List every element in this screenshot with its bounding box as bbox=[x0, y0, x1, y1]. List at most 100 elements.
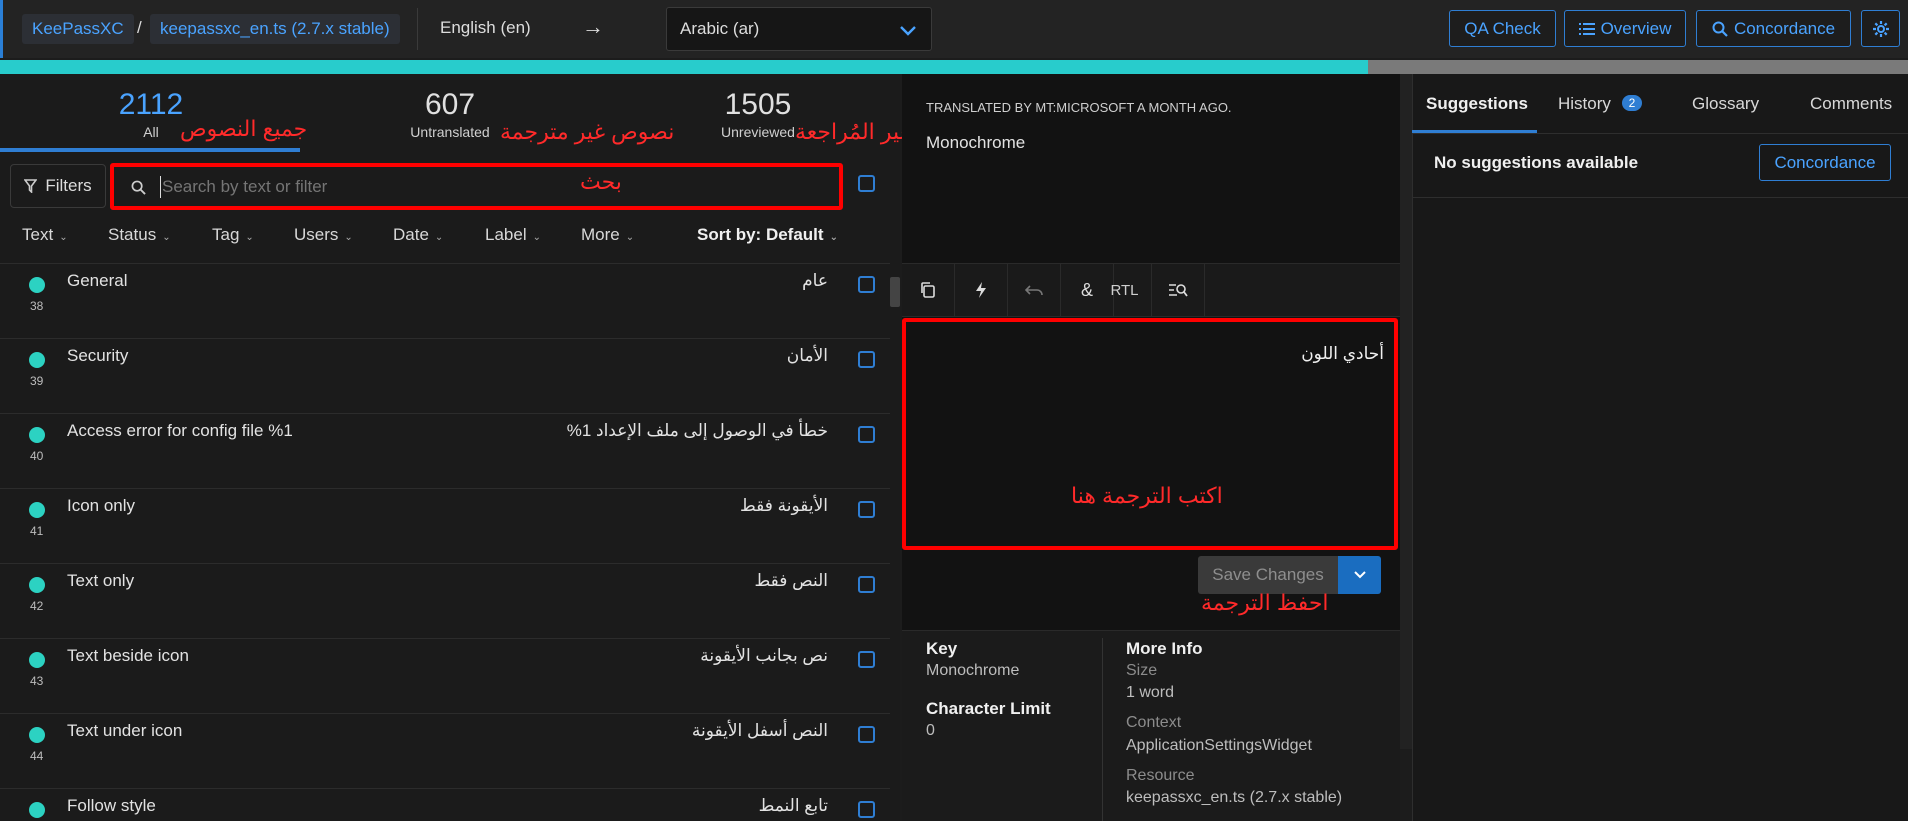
translation-text: النص أسفل الأيقونة bbox=[691, 721, 828, 740]
table-row[interactable]: General 38 عام bbox=[0, 263, 890, 338]
concordance-label: Concordance bbox=[1774, 152, 1876, 172]
stat-untranslated[interactable]: 607 Untranslated bbox=[400, 88, 500, 140]
target-language-select[interactable]: Arabic (ar) bbox=[666, 7, 932, 51]
qa-check-label: QA Check bbox=[1464, 18, 1541, 38]
table-row[interactable]: Text under icon 44 النص أسفل الأيقونة bbox=[0, 713, 890, 788]
row-checkbox[interactable] bbox=[858, 651, 875, 668]
more-info-label: More Info bbox=[1126, 639, 1203, 658]
row-checkbox[interactable] bbox=[858, 801, 875, 818]
chevron-down-icon bbox=[1353, 571, 1366, 579]
row-checkbox[interactable] bbox=[858, 426, 875, 443]
filter-tab-date[interactable]: Date ⌄ bbox=[393, 225, 443, 245]
copy-source-button[interactable] bbox=[902, 264, 955, 316]
tab-comments[interactable]: Comments bbox=[1810, 94, 1892, 114]
filter-tab-tag[interactable]: Tag ⌄ bbox=[212, 225, 254, 245]
filter-tab-label: Label bbox=[485, 225, 527, 244]
qa-check-button[interactable]: QA Check bbox=[1449, 10, 1556, 47]
status-dot bbox=[29, 577, 45, 593]
tab-history-label: History bbox=[1558, 94, 1611, 113]
source-text: Access error for config file %1 bbox=[67, 421, 293, 440]
row-checkbox[interactable] bbox=[858, 276, 875, 293]
annotation-untranslated: نصوص غير مترجمة bbox=[500, 119, 675, 144]
row-checkbox[interactable] bbox=[858, 726, 875, 743]
annotation-all-texts: جميع النصوص bbox=[180, 116, 308, 141]
scrollbar-thumb[interactable] bbox=[890, 277, 900, 307]
table-row[interactable]: Security 39 الأمان bbox=[0, 338, 890, 413]
glossary-lookup-button[interactable] bbox=[1152, 264, 1205, 316]
sort-dropdown[interactable]: Sort by: Default ⌄ bbox=[697, 225, 838, 245]
undo-button[interactable] bbox=[1008, 264, 1061, 316]
search-box[interactable] bbox=[110, 163, 843, 210]
filter-tab-users[interactable]: Users ⌄ bbox=[294, 225, 353, 245]
status-dot bbox=[29, 802, 45, 818]
no-suggestions-text: No suggestions available bbox=[1434, 153, 1639, 172]
row-checkbox[interactable] bbox=[858, 501, 875, 518]
table-row[interactable]: Text only 42 النص فقط bbox=[0, 563, 890, 638]
translation-text: خطأ في الوصول إلى ملف الإعداد 1% bbox=[566, 421, 828, 440]
tab-suggestions[interactable]: Suggestions bbox=[1426, 94, 1528, 114]
resource-label: Resource bbox=[1126, 767, 1195, 784]
breadcrumb-separator: / bbox=[137, 18, 142, 37]
annotation-save-translation: احفظ الترجمة bbox=[1201, 590, 1329, 615]
status-dot bbox=[29, 427, 45, 443]
context-value: ApplicationSettingsWidget bbox=[1126, 737, 1312, 754]
table-row[interactable]: Follow style تابع النمط bbox=[0, 788, 890, 821]
resource-value: keepassxc_en.ts (2.7.x stable) bbox=[1126, 789, 1343, 806]
filters-button[interactable]: Filters bbox=[10, 164, 106, 208]
tab-glossary[interactable]: Glossary bbox=[1692, 94, 1759, 114]
source-text: Icon only bbox=[67, 496, 136, 515]
annotation-unreviewed: غير المُراجعة bbox=[795, 119, 912, 144]
overview-label: Overview bbox=[1600, 18, 1672, 38]
source-text: Text beside icon bbox=[67, 646, 189, 665]
filter-tab-more[interactable]: More ⌄ bbox=[581, 225, 634, 245]
stat-unreviewed[interactable]: 1505 Unreviewed bbox=[708, 88, 808, 140]
translation-editor[interactable]: أحادي اللون bbox=[902, 318, 1398, 550]
filter-tab-label: Status bbox=[108, 225, 157, 244]
settings-button[interactable] bbox=[1861, 10, 1900, 47]
row-checkbox[interactable] bbox=[858, 351, 875, 368]
save-options-button[interactable] bbox=[1338, 556, 1381, 594]
save-changes-button[interactable]: Save Changes bbox=[1198, 556, 1338, 594]
filter-tab-label: Users bbox=[294, 225, 339, 244]
stat-unreviewed-label: Unreviewed bbox=[721, 124, 795, 140]
row-checkbox[interactable] bbox=[858, 576, 875, 593]
filter-tab-status[interactable]: Status ⌄ bbox=[108, 225, 171, 245]
divider bbox=[1412, 197, 1908, 198]
table-row[interactable]: Icon only 41 الأيقونة فقط bbox=[0, 488, 890, 563]
concordance-top-button[interactable]: Concordance bbox=[1696, 10, 1851, 47]
text-search-icon bbox=[1169, 284, 1188, 297]
table-row[interactable]: Text beside icon 43 نص بجانب الأيقونة bbox=[0, 638, 890, 713]
stat-untranslated-count: 607 bbox=[424, 88, 476, 121]
table-row[interactable]: Access error for config file %1 40 خطأ ف… bbox=[0, 413, 890, 488]
key-label: Key bbox=[926, 639, 958, 658]
scrollbar-track[interactable] bbox=[1400, 74, 1412, 749]
filter-tab-text[interactable]: Text ⌄ bbox=[22, 225, 68, 245]
rtl-label: RTL bbox=[1110, 281, 1139, 299]
status-dot bbox=[29, 727, 45, 743]
string-number: 41 bbox=[30, 524, 44, 538]
chevron-down-icon: ⌄ bbox=[829, 232, 838, 243]
list-icon bbox=[1578, 22, 1595, 35]
history-count-badge: 2 bbox=[1621, 95, 1643, 111]
breadcrumb-project[interactable]: KeePassXC bbox=[22, 14, 134, 44]
key-value: Monochrome bbox=[926, 662, 1020, 679]
concordance-button[interactable]: Concordance bbox=[1759, 144, 1891, 181]
breadcrumb-resource[interactable]: keepassxc_en.ts (2.7.x stable) bbox=[150, 14, 400, 44]
concordance-top-label: Concordance bbox=[1733, 18, 1836, 38]
tab-history[interactable]: History 2 bbox=[1558, 94, 1643, 114]
chevron-down-icon: ⌄ bbox=[625, 232, 635, 243]
chevron-down-icon: ⌄ bbox=[162, 232, 171, 243]
machine-translate-button[interactable] bbox=[955, 264, 1008, 316]
chevron-down-icon: ⌄ bbox=[59, 232, 68, 243]
divider bbox=[417, 8, 418, 50]
overview-button[interactable]: Overview bbox=[1564, 10, 1686, 47]
stat-unreviewed-count: 1505 bbox=[724, 88, 792, 121]
string-number: 38 bbox=[30, 299, 44, 313]
filter-tab-label[interactable]: Label ⌄ bbox=[485, 225, 541, 245]
rtl-button[interactable]: RTL bbox=[1098, 264, 1152, 316]
lightning-icon bbox=[976, 282, 986, 298]
status-dot bbox=[29, 502, 45, 518]
annotation-write-here: اكتب الترجمة هنا bbox=[1071, 483, 1223, 508]
select-all-checkbox[interactable] bbox=[858, 175, 875, 192]
ampersand-icon: & bbox=[1080, 279, 1093, 300]
